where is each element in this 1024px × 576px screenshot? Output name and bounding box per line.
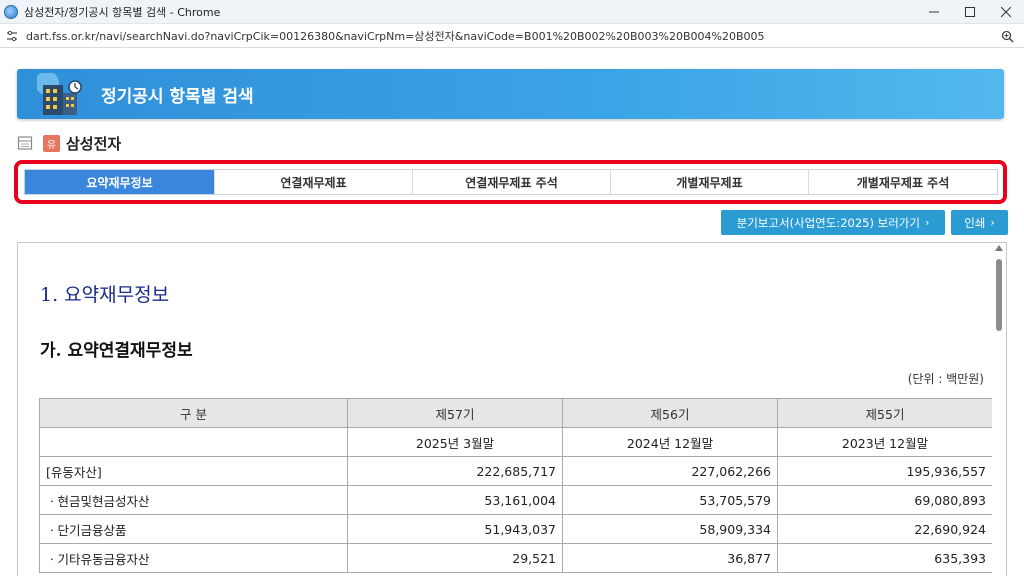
value-cell: 69,080,893 [777,485,993,515]
close-button[interactable] [988,0,1024,24]
tab-separate-notes[interactable]: 개별재무제표 주석 [809,170,997,194]
value-cell: 227,062,266 [562,456,778,486]
value-cell: 29,521 [347,543,563,573]
tab-separate-statements[interactable]: 개별재무제표 [611,170,809,194]
url-field[interactable]: dart.fss.or.kr/navi/searchNavi.do?naviCr… [26,28,966,44]
document-subheading: 가. 요약연결재무정보 [40,341,193,361]
value-cell: 195,936,557 [777,456,993,486]
table-row: [유동자산] 222,685,717 227,062,266 195,936,5… [39,456,993,486]
tab-summary-financial[interactable]: 요약재무정보 [25,170,215,194]
tab-consolidated-statements[interactable]: 연결재무제표 [215,170,413,194]
window-title: 삼성전자/정기공시 항목별 검색 - Chrome [24,5,221,19]
date-cell [39,427,348,457]
header-cell: 제55기 [777,398,993,428]
address-bar: dart.fss.or.kr/navi/searchNavi.do?naviCr… [0,24,1024,48]
chevron-right-icon: › [924,216,930,229]
zoom-icon[interactable] [1000,29,1014,43]
value-cell: 36,877 [562,543,778,573]
value-cell: 635,393 [777,543,993,573]
minimize-button[interactable] [916,0,952,24]
table-row: ㆍ단기금융상품 51,943,037 58,909,334 22,690,924 [39,514,993,544]
tab-consolidated-notes[interactable]: 연결재무제표 주석 [413,170,611,194]
row-label: ㆍ기타유동금융자산 [39,543,348,573]
minimize-icon [929,11,939,13]
header-cell: 제56기 [562,398,778,428]
banner-title: 정기공시 항목별 검색 [101,87,254,107]
scrollbar-thumb[interactable] [996,259,1002,331]
company-name: 삼성전자 [66,134,122,153]
value-cell: 222,685,717 [347,456,563,486]
maximize-button[interactable] [952,0,988,24]
row-label: [유동자산] [39,456,348,486]
close-icon [1001,7,1011,17]
financial-summary-table: 구 분 제57기 제56기 제55기 2025년 3월말 2024년 12월말 … [39,398,993,573]
vertical-scrollbar[interactable] [992,243,1006,576]
view-report-label: 분기보고서(사업연도:2025) 보러가기 [736,215,920,230]
document-icon [17,136,33,150]
window-title-bar: 삼성전자/정기공시 항목별 검색 - Chrome [0,0,1024,24]
value-cell: 51,943,037 [347,514,563,544]
document-heading: 1. 요약재무정보 [40,284,170,306]
unit-label: (단위 : 백만원) [907,372,984,386]
row-label: ㆍ현금및현금성자산 [39,485,348,515]
report-tabs: 요약재무정보 연결재무제표 연결재무제표 주석 개별재무제표 개별재무제표 주석 [24,169,998,195]
page-banner: 정기공시 항목별 검색 [17,69,1004,119]
value-cell: 53,705,579 [562,485,778,515]
building-icon [37,73,82,115]
print-button[interactable]: 인쇄 › [951,210,1008,235]
table-row: ㆍ기타유동금융자산 29,521 36,877 635,393 [39,543,993,573]
value-cell: 22,690,924 [777,514,993,544]
header-cell: 제57기 [347,398,563,428]
window-controls [916,0,1024,24]
row-label: ㆍ단기금융상품 [39,514,348,544]
table-date-row: 2025년 3월말 2024년 12월말 2023년 12월말 [39,427,993,457]
date-cell: 2025년 3월말 [347,427,563,457]
company-row: 유 삼성전자 [17,132,121,154]
view-report-button[interactable]: 분기보고서(사업연도:2025) 보러가기 › [721,210,945,235]
table-row: ㆍ현금및현금성자산 53,161,004 53,705,579 69,080,8… [39,485,993,515]
date-cell: 2024년 12월말 [562,427,778,457]
document-viewer[interactable]: 1. 요약재무정보 가. 요약연결재무정보 (단위 : 백만원) 구 분 제57… [17,242,1007,576]
chevron-right-icon: › [990,216,995,229]
maximize-icon [965,7,975,17]
page-content: 정기공시 항목별 검색 유 삼성전자 요약재무정보 연결재무제표 연결재무제표 … [0,48,1024,576]
site-settings-icon[interactable] [6,30,18,42]
header-cell: 구 분 [39,398,348,428]
scroll-up-arrow-icon[interactable] [995,245,1003,251]
value-cell: 58,909,334 [562,514,778,544]
date-cell: 2023년 12월말 [777,427,993,457]
chrome-app-icon [4,4,18,19]
value-cell: 53,161,004 [347,485,563,515]
table-header-row: 구 분 제57기 제56기 제55기 [39,398,993,428]
corp-class-badge: 유 [43,134,60,152]
print-label: 인쇄 [964,215,986,230]
